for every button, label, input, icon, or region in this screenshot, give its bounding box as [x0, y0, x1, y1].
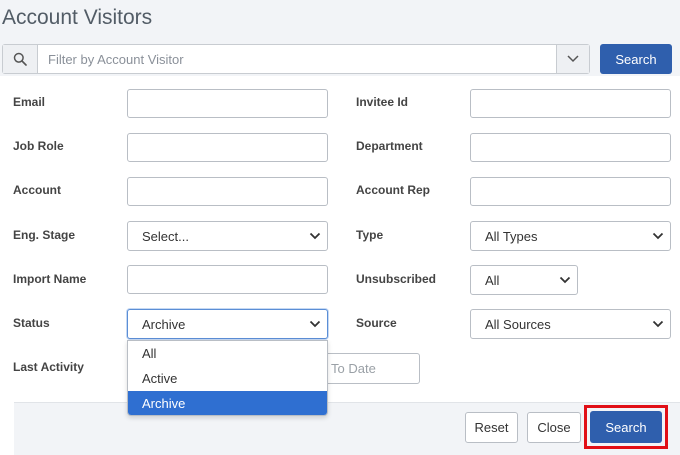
status-dropdown-list: All Active Archive: [127, 340, 328, 416]
status-label: Status: [13, 316, 50, 330]
type-value: All Types: [485, 228, 538, 244]
department-field[interactable]: [470, 133, 671, 162]
chevron-down-icon: [559, 276, 571, 284]
last-activity-label: Last Activity: [13, 360, 84, 374]
department-label: Department: [356, 139, 423, 153]
chevron-down-icon: [652, 232, 664, 240]
account-rep-field[interactable]: [470, 177, 671, 206]
chevron-down-icon: [652, 320, 664, 328]
reset-button[interactable]: Reset: [465, 412, 518, 443]
account-label: Account: [13, 183, 61, 197]
search-button[interactable]: Search: [590, 411, 662, 443]
type-select[interactable]: All Types: [470, 221, 671, 251]
status-value: Archive: [142, 316, 186, 332]
eng-stage-select[interactable]: Select...: [127, 221, 328, 251]
chevron-down-icon: [309, 232, 321, 240]
to-date-field[interactable]: To Date: [320, 353, 420, 384]
type-label: Type: [356, 228, 384, 242]
email-field[interactable]: [127, 89, 328, 118]
page-header: Account Visitors: [0, 0, 680, 42]
status-select[interactable]: Archive: [127, 309, 328, 339]
source-label: Source: [356, 316, 397, 330]
chevron-down-icon: [567, 55, 579, 63]
page-title: Account Visitors: [2, 6, 153, 29]
invitee-id-label: Invitee Id: [356, 95, 409, 109]
status-option-all[interactable]: All: [128, 341, 327, 366]
close-button[interactable]: Close: [527, 412, 581, 443]
source-select[interactable]: All Sources: [470, 309, 671, 339]
chevron-down-icon: [309, 320, 321, 328]
import-name-field[interactable]: [127, 265, 328, 294]
job-role-label: Job Role: [13, 139, 64, 153]
search-icon: [3, 45, 38, 73]
filter-input[interactable]: [38, 45, 556, 73]
eng-stage-value: Select...: [142, 228, 189, 244]
filter-search-button[interactable]: Search: [600, 44, 672, 74]
job-role-field[interactable]: [127, 133, 328, 162]
filter-bar: Search: [0, 42, 680, 76]
filter-input-group: [2, 44, 590, 74]
to-date-placeholder: To Date: [331, 361, 376, 376]
filter-dropdown-toggle[interactable]: [556, 45, 589, 73]
invitee-id-field[interactable]: [470, 89, 671, 118]
unsubscribed-select[interactable]: All: [470, 265, 578, 295]
source-value: All Sources: [485, 316, 551, 332]
email-label: Email: [13, 95, 46, 109]
account-rep-label: Account Rep: [356, 183, 431, 197]
eng-stage-label: Eng. Stage: [13, 228, 76, 242]
account-field[interactable]: [127, 177, 328, 206]
status-option-active[interactable]: Active: [128, 366, 327, 391]
unsubscribed-label: Unsubscribed: [356, 272, 437, 286]
import-name-label: Import Name: [13, 272, 87, 286]
unsubscribed-value: All: [485, 272, 500, 288]
status-option-archive[interactable]: Archive: [128, 391, 327, 415]
